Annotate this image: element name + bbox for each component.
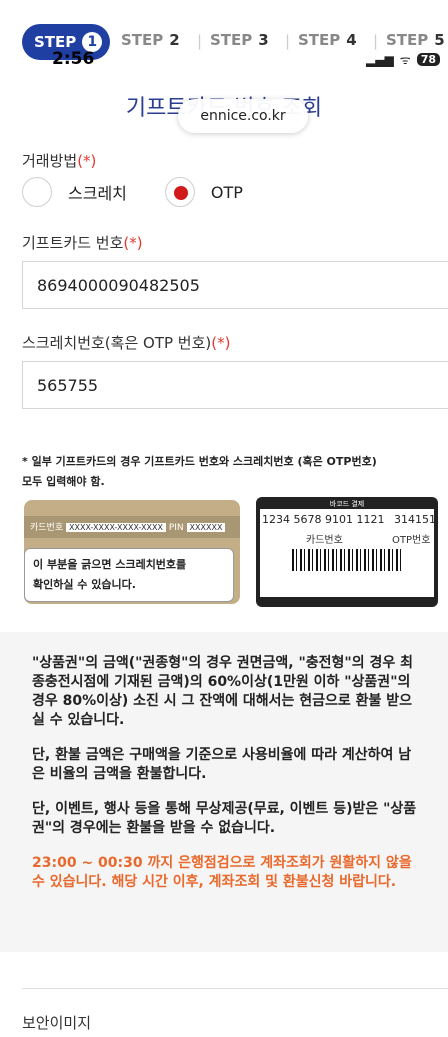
gift-card-label: 기프트카드 번호(*) — [22, 232, 143, 253]
otp-card-header: 바코드 결제 — [329, 500, 365, 508]
scratch-label-text: 스크레치번호(혹은 OTP 번호) — [22, 334, 212, 352]
step-3-prefix: STEP — [210, 31, 253, 49]
security-image-label: 보안이미지 — [22, 1014, 92, 1032]
refund-info-box: "상품권"의 금액("권종형"의 경우 권면금액, "충전형"의 경우 최종충전… — [0, 632, 448, 952]
card-number-label: 카드번호 — [30, 523, 64, 533]
required-mark: (*) — [77, 152, 97, 170]
gift-card-number-input[interactable]: 8694000090482505 — [22, 261, 448, 309]
scratch-label: 스크레치번호(혹은 OTP 번호)(*) — [22, 332, 230, 353]
status-time: 2:56 — [52, 49, 95, 69]
scratch-strip-text: 카드번호 XXXX-XXXX-XXXX-XXXX PIN XXXXXX — [30, 520, 226, 533]
card-numbers: 1234 5678 9101 1121 — [262, 513, 385, 526]
step-5-prefix: STEP — [386, 31, 429, 49]
pin-label: PIN — [168, 523, 184, 533]
battery-icon: 78 — [416, 53, 440, 66]
gift-card-label-text: 기프트카드 번호 — [22, 234, 124, 252]
otp-card-face: 1234 5678 9101 1121 314151 카드번호 OTP번호 — [260, 509, 436, 597]
trade-method-label: 거래방법(*) — [22, 150, 96, 171]
step-2: STEP 2 — [121, 31, 180, 49]
scratch-hint-bubble: 이 부분을 긁으면 스크레치번호를 확인하실 수 있습니다. — [24, 548, 234, 602]
required-mark: (*) — [211, 334, 231, 352]
wifi-icon: ᯤ — [399, 53, 411, 67]
radio-scratch-label[interactable]: 스크레치 — [68, 180, 127, 204]
notice-line-1: * 일부 기프트카드의 경우 기프트카드 번호와 스크레치번호 (혹은 OTP번… — [22, 455, 377, 468]
scratch-number-input[interactable]: 565755 — [22, 361, 448, 409]
otp-card-illustration: 바코드 결제 1234 5678 9101 1121 314151 카드번호 O… — [256, 497, 438, 607]
info-paragraph-2: 단, 환불 금액은 구매액을 기준으로 사용비율에 따라 계산하여 남은 비율의… — [32, 747, 412, 782]
step-3: STEP 3 — [210, 31, 269, 49]
required-mark: (*) — [123, 234, 143, 252]
step-5: STEP 5 — [386, 31, 445, 49]
radio-scratch[interactable] — [22, 177, 52, 207]
step-2-number: 2 — [169, 31, 180, 49]
trade-method-label-text: 거래방법 — [22, 152, 78, 170]
step-separator: | — [197, 32, 203, 50]
url-bar[interactable]: ennice.co.kr — [178, 99, 308, 133]
step-separator: | — [285, 32, 291, 50]
radio-otp-label[interactable]: OTP — [211, 183, 243, 202]
divider — [22, 988, 448, 989]
pin-box: XXXXXX — [186, 523, 226, 532]
step-4-prefix: STEP — [298, 31, 341, 49]
step-2-prefix: STEP — [121, 31, 164, 49]
step-3-number: 3 — [258, 31, 269, 49]
bubble-line-2: 확인하실 수 있습니다. — [33, 578, 136, 591]
step-5-number: 5 — [434, 31, 445, 49]
info-paragraph-3: 단, 이벤트, 행사 등을 통해 무상제공(무료, 이벤트 등)받은 "상품권"… — [32, 801, 417, 836]
info-paragraph-1: "상품권"의 금액("권종형"의 경우 권면금액, "충전형"의 경우 최종충전… — [32, 655, 413, 728]
info-warning: 23:00 ~ 00:30 까지 은행점검으로 계좌조회가 원활하지 않을 수 … — [32, 855, 412, 890]
step-4: STEP 4 — [298, 31, 357, 49]
card-number-box: XXXX-XXXX-XXXX-XXXX — [66, 523, 166, 532]
otp-number: 314151 — [393, 513, 436, 526]
notice-text: * 일부 기프트카드의 경우 기프트카드 번호와 스크레치번호 (혹은 OTP번… — [22, 452, 442, 492]
status-icons: ▂▄▆ ᯤ 78 — [366, 51, 440, 68]
card-number-caption: 카드번호 — [306, 535, 343, 546]
signal-icon: ▂▄▆ — [366, 52, 394, 67]
otp-card-numbers: 1234 5678 9101 1121 314151 — [262, 513, 436, 526]
otp-number-caption: OTP번호 — [392, 535, 431, 546]
notice-line-2: 모두 입력해야 함. — [22, 475, 105, 488]
trade-method-options: 스크레치 OTP — [22, 177, 243, 207]
step-4-number: 4 — [346, 31, 357, 49]
bubble-line-1: 이 부분을 긁으면 스크레치번호를 — [33, 558, 187, 571]
barcode-icon — [292, 549, 402, 571]
radio-otp[interactable] — [164, 177, 195, 207]
step-separator: | — [373, 32, 379, 50]
